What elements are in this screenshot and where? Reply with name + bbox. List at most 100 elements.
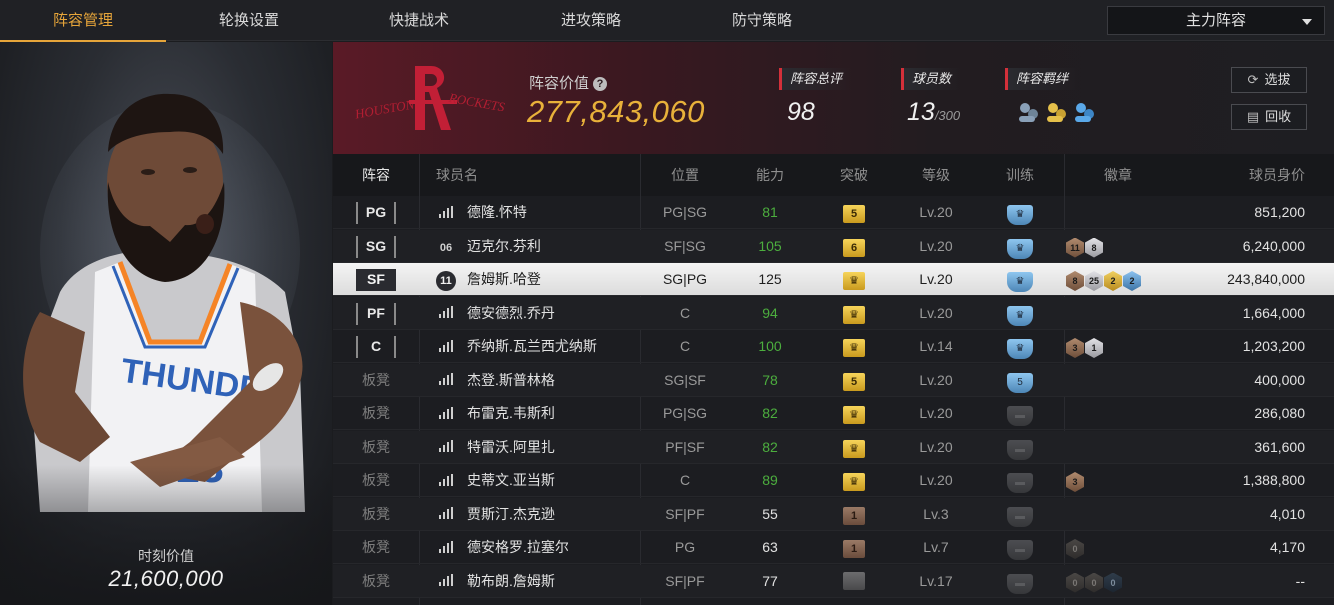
slot-label: PG bbox=[356, 202, 396, 224]
player-level: Lv.20 bbox=[919, 438, 953, 455]
player-ability: 100 bbox=[758, 338, 782, 354]
medal-icon: 8 bbox=[1066, 271, 1084, 291]
player-level: Lv.20 bbox=[919, 304, 953, 321]
medal-icon: 3 bbox=[1066, 472, 1084, 492]
table-row[interactable]: 板凳 杰登.斯普林格 SG|SF 78 5 Lv.20 5 400,000 bbox=[333, 363, 1334, 397]
training-shield: ♛ bbox=[995, 230, 1045, 263]
lineup-dropdown-value: 主力阵容 bbox=[1185, 12, 1246, 29]
header-lineup[interactable]: 阵容 bbox=[333, 154, 419, 196]
table-row[interactable]: 板凳 布雷克.韦斯利 PG|SG 82 ♛ Lv.20 ▬ 286,080 bbox=[333, 397, 1334, 430]
svg-text:ROCKETS: ROCKETS bbox=[447, 90, 507, 115]
table-row[interactable]: SF 11 詹姆斯.哈登 SG|PG 125 ♛ Lv.20 ♛ 8 25 2 2 243,840,00… bbox=[333, 263, 1334, 296]
header-player-name[interactable]: 球员名 bbox=[436, 154, 478, 196]
lineup-value: 277,843,060 bbox=[527, 94, 705, 129]
lineup-dropdown[interactable]: 主力阵容 bbox=[1107, 6, 1325, 35]
tab-rotation-settings[interactable]: 轮换设置 bbox=[166, 0, 332, 41]
player-position: PG|SG bbox=[662, 405, 708, 421]
jersey-number bbox=[435, 364, 457, 397]
player-ability: 63 bbox=[762, 539, 778, 555]
player-level: Lv.14 bbox=[919, 338, 953, 354]
slot-label: C bbox=[356, 336, 396, 358]
player-position: C bbox=[679, 338, 691, 354]
header-training[interactable]: 训练 bbox=[995, 154, 1045, 196]
bench-label: 板凳 bbox=[362, 472, 390, 488]
table-row[interactable]: 板凳 贾斯汀.杰克逊 SF|PF 55 1 Lv.3 ▬ 4,010 bbox=[333, 497, 1334, 531]
tab-offense-strategy[interactable]: 进攻策略 bbox=[508, 0, 674, 41]
table-row[interactable]: 板凳 特雷沃.阿里扎 PF|SF 82 ♛ Lv.20 ▬ 361,600 bbox=[333, 430, 1334, 464]
moment-value-label: 时刻价值 bbox=[138, 548, 194, 564]
bench-label: 板凳 bbox=[362, 371, 390, 388]
training-shield: ♛ bbox=[995, 263, 1045, 296]
header-player-value[interactable]: 球员身价 bbox=[1193, 154, 1305, 196]
shield-icon: ▬ bbox=[1007, 406, 1033, 426]
player-ability: 82 bbox=[762, 438, 778, 455]
lineup-slot: 板凳 bbox=[333, 565, 419, 598]
table-row[interactable]: SG 06 迈克尔.芬利 SF|SG 105 6 Lv.20 ♛ 11 8 6,240,000 bbox=[333, 229, 1334, 263]
player-position: PG bbox=[674, 539, 696, 555]
jersey-number bbox=[435, 531, 457, 564]
tab-lineup-management[interactable]: 阵容管理 bbox=[0, 0, 166, 42]
signal-bars-icon bbox=[439, 565, 453, 598]
header-medals[interactable]: 徽章 bbox=[1066, 154, 1170, 196]
player-ability: 77 bbox=[762, 572, 778, 589]
medal-icon: 0 bbox=[1066, 539, 1084, 559]
player-portrait-card[interactable]: THUNDER 13 时刻价值 21,600,000 bbox=[0, 42, 332, 605]
player-position: SG|SF bbox=[664, 371, 706, 388]
shield-icon: ▬ bbox=[1007, 473, 1033, 493]
training-shield: ▬ bbox=[995, 431, 1045, 464]
medal-icon: 0 bbox=[1104, 572, 1122, 593]
header-breakthrough[interactable]: 突破 bbox=[829, 154, 879, 196]
shield-icon: ▬ bbox=[1007, 506, 1033, 527]
pick-button[interactable]: ⟳ 选拔 bbox=[1231, 67, 1307, 93]
tab-quick-tactics[interactable]: 快捷战术 bbox=[336, 0, 502, 41]
breakthrough-badge: 6 bbox=[829, 230, 879, 263]
pick-button-label: 选拔 bbox=[1264, 72, 1291, 87]
breakthrough-icon: ♛ bbox=[843, 305, 865, 324]
header-level[interactable]: 等级 bbox=[898, 154, 974, 196]
jersey-number bbox=[435, 330, 457, 363]
header-position[interactable]: 位置 bbox=[633, 154, 737, 196]
training-shield: ▬ bbox=[995, 464, 1045, 497]
medal-list: 8 25 2 2 bbox=[1066, 263, 1206, 296]
player-count-value: 13/300 bbox=[907, 98, 960, 127]
training-shield: ▬ bbox=[995, 498, 1045, 531]
medal-list bbox=[1066, 196, 1206, 229]
shield-icon: ▬ bbox=[1007, 540, 1033, 560]
medal-icon: 3 bbox=[1066, 338, 1084, 358]
medal-list: 3 bbox=[1066, 464, 1206, 497]
bond-icon-2 bbox=[1047, 103, 1066, 122]
table-row[interactable]: PG 德隆.怀特 PG|SG 81 5 Lv.20 ♛ 851,200 bbox=[333, 196, 1334, 229]
medal-icon: 1 bbox=[1085, 338, 1103, 358]
chevron-down-icon bbox=[1302, 19, 1312, 25]
table-row[interactable]: 板凳 勒布朗.詹姆斯 SF|PF 77 Lv.17 ▬ 0 0 0 -- bbox=[333, 564, 1334, 598]
lineup-slot: SF bbox=[333, 263, 419, 296]
help-icon[interactable]: ? bbox=[593, 77, 608, 91]
medal-list bbox=[1066, 297, 1206, 330]
player-level: Lv.3 bbox=[923, 505, 949, 522]
recycle-button[interactable]: ▤ 回收 bbox=[1231, 104, 1307, 130]
table-row[interactable]: C 乔纳斯.瓦兰西尤纳斯 C 100 ♛ Lv.14 ♛ 3 1 1,203,200 bbox=[333, 330, 1334, 363]
medal-list bbox=[1066, 431, 1206, 464]
header-ability[interactable]: 能力 bbox=[737, 154, 803, 196]
player-value: 1,664,000 bbox=[1242, 304, 1305, 321]
training-shield: ▬ bbox=[995, 565, 1045, 598]
breakthrough-badge: 1 bbox=[829, 531, 879, 564]
medal-icon: 25 bbox=[1085, 271, 1103, 291]
table-row[interactable]: 板凳 德安格罗.拉塞尔 PG 63 1 Lv.7 ▬ 0 4,170 bbox=[333, 531, 1334, 564]
tab-defense-strategy[interactable]: 防守策略 bbox=[679, 0, 845, 41]
team-logo: HOUSTON ROCKETS bbox=[353, 66, 507, 130]
player-value: -- bbox=[1295, 572, 1305, 589]
player-value: 6,240,000 bbox=[1242, 237, 1305, 254]
table-row[interactable]: PF 德安德烈.乔丹 C 94 ♛ Lv.20 ♛ 1,664,000 bbox=[333, 296, 1334, 330]
medal-icon: 2 bbox=[1104, 271, 1122, 291]
medal-icon: 0 bbox=[1085, 572, 1103, 593]
bench-label: 板凳 bbox=[362, 505, 390, 522]
bond-icons[interactable] bbox=[1013, 100, 1103, 126]
lineup-value-label-text: 阵容价值 bbox=[529, 75, 590, 92]
team-summary-header: HOUSTON ROCKETS 阵容价值? 277,843,060 阵容总评 9… bbox=[333, 42, 1334, 154]
jersey-number bbox=[435, 498, 457, 531]
table-row[interactable]: 板凳 史蒂文.亚当斯 C 89 ♛ Lv.20 ▬ 3 1,388,800 bbox=[333, 464, 1334, 497]
player-position: SF|SG bbox=[664, 237, 706, 254]
player-value: 400,000 bbox=[1254, 371, 1305, 388]
player-level: Lv.7 bbox=[923, 539, 949, 555]
